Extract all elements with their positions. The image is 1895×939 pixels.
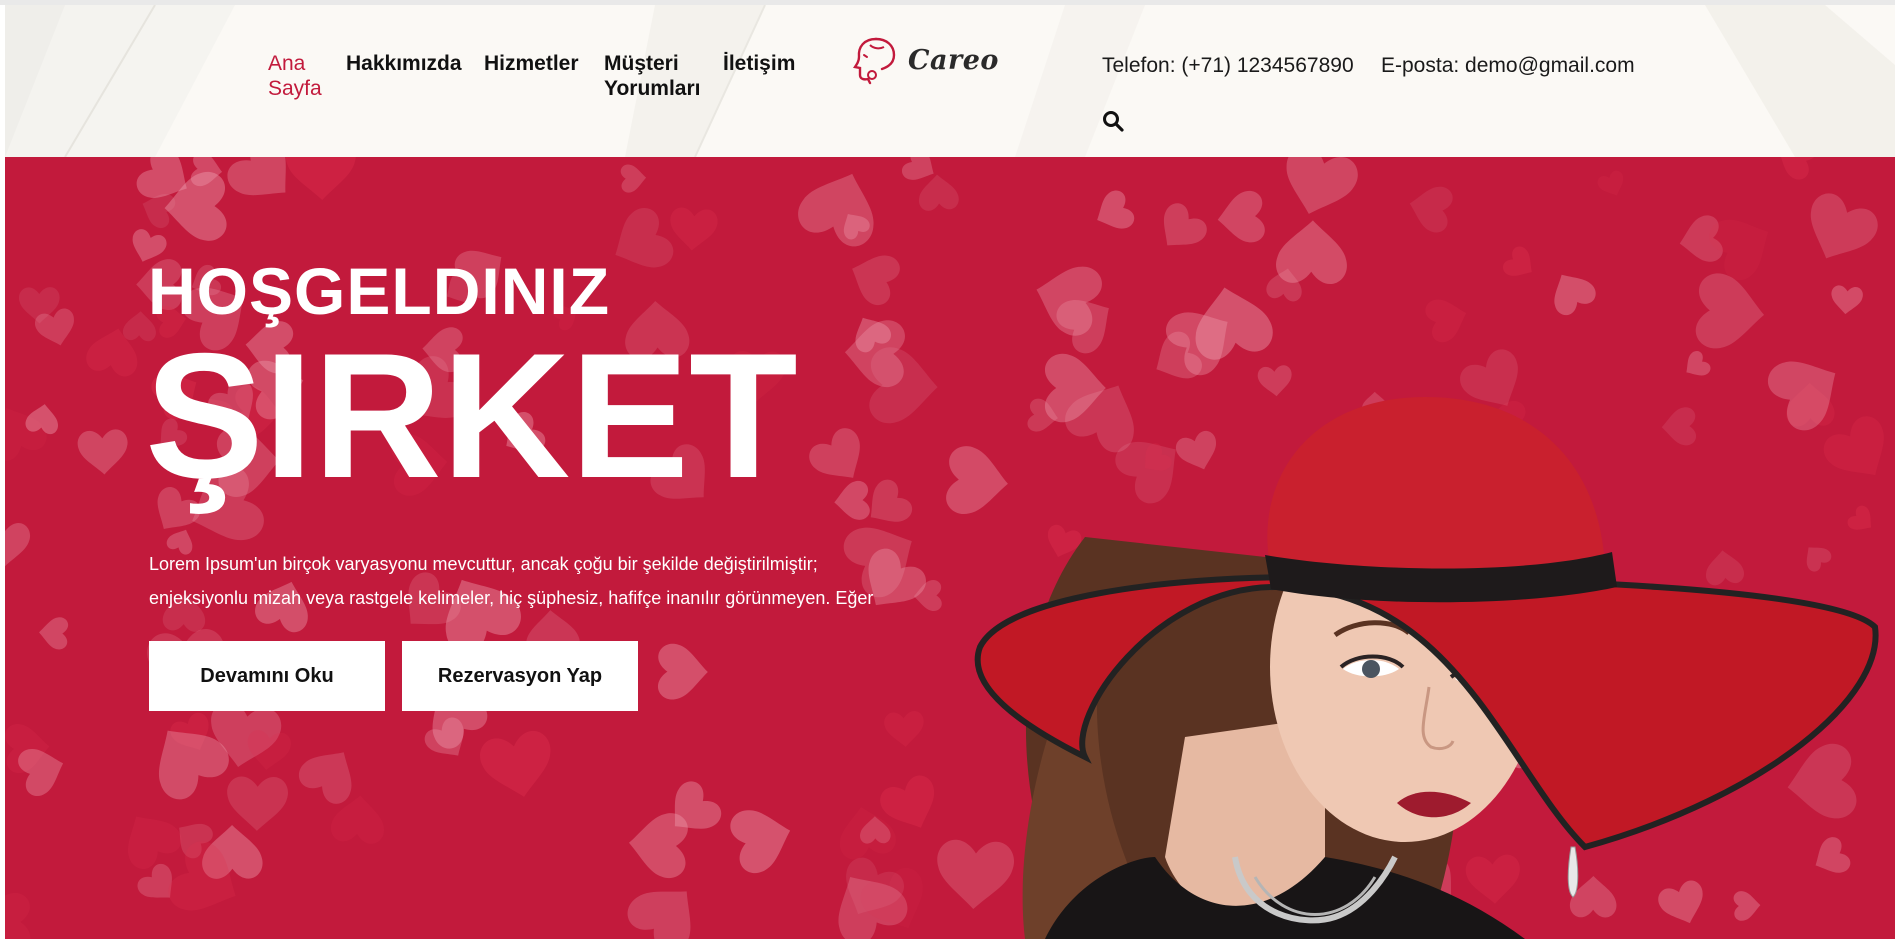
read-more-button[interactable]: Devamını Oku	[149, 641, 385, 711]
logo-text: Careo	[908, 44, 999, 76]
search-icon[interactable]	[1102, 110, 1124, 132]
nav-item-home[interactable]: Ana Sayfa	[268, 51, 346, 101]
nav-item-about[interactable]: Hakkımızda	[346, 51, 484, 101]
logo-face-icon	[853, 37, 896, 85]
hero-description: Lorem Ipsum'un birçok varyasyonu mevcutt…	[149, 554, 874, 608]
page: Ana Sayfa Hakkımızda Hizmetler Müşteri Y…	[0, 0, 1895, 939]
nav-item-testimonials[interactable]: Müşteri Yorumları	[604, 51, 723, 101]
nav-item-contact[interactable]: İletişim	[723, 51, 813, 101]
nav-item-services[interactable]: Hizmetler	[484, 51, 604, 101]
contact-email[interactable]: E-posta: demo@gmail.com	[1381, 54, 1635, 78]
reservation-button[interactable]: Rezervasyon Yap	[402, 641, 638, 711]
main-nav: Ana Sayfa Hakkımızda Hizmetler Müşteri Y…	[268, 51, 813, 101]
contact-phone: Telefon: (+71) 1234567890	[1102, 54, 1354, 77]
hero-banner: HOŞGELDINIZ ŞIRKET Lorem Ipsum'un birçok…	[5, 157, 1895, 939]
site-header: Ana Sayfa Hakkımızda Hizmetler Müşteri Y…	[5, 5, 1895, 157]
hero-title: ŞIRKET	[145, 316, 798, 515]
site-logo[interactable]: Careo	[852, 35, 999, 85]
